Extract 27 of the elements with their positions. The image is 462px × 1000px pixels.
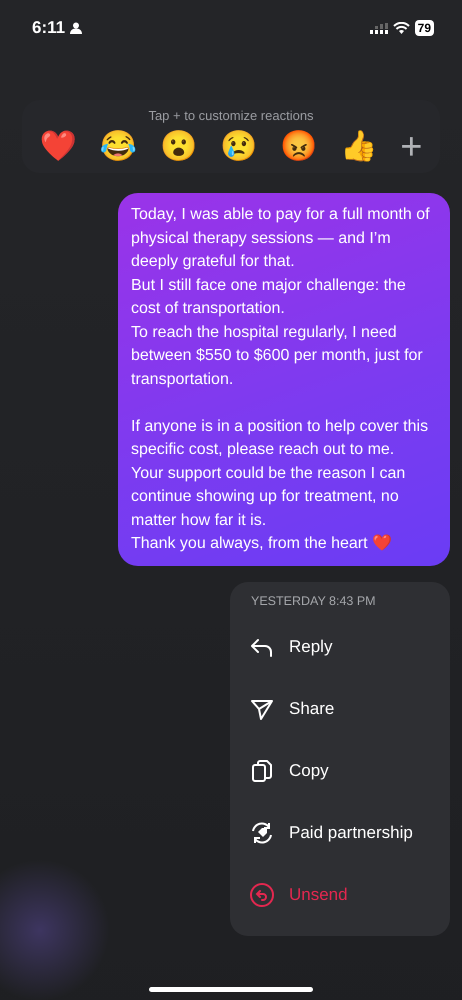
undo-circle-icon [249, 882, 275, 908]
reaction-emoji[interactable]: ❤ [40, 127, 77, 167]
message-text: Thank you always, from the heart ❤ [131, 534, 393, 554]
reaction-hint: Tap + to customize reactions [147, 108, 315, 123]
menu-item[interactable]: Copy [230, 740, 450, 802]
reaction-emoji[interactable]: 👍 [340, 127, 378, 167]
copy-icon [249, 758, 275, 784]
battery-level: 79 [414, 20, 434, 36]
message-text: Today, I was able to pay for a full month of physical therapy sessions — and I’m deeply grateful for that. [131, 205, 431, 272]
tag-cycle-icon [249, 820, 275, 846]
reaction-emoji[interactable]: 😂 [100, 127, 137, 167]
message-text: If anyone is in a position to help cover this specific cost, please reach out to me. [131, 416, 430, 460]
menu-item[interactable]: Paid partnership [230, 802, 450, 864]
menu-item[interactable]: Reply [230, 616, 450, 678]
clock-time: 6:11 [32, 18, 66, 38]
message-text: But I still face one major challenge: the cost of transportation. [131, 276, 407, 319]
wifi-icon [392, 22, 410, 34]
message-timestamp: YESTERDAY 8:43 PM [250, 594, 377, 608]
reaction-emoji[interactable]: 😢 [220, 127, 257, 167]
reaction-emoji[interactable]: 😮 [160, 127, 197, 167]
add-reaction-button[interactable]: + [400, 127, 422, 167]
menu-item[interactable]: Share [230, 678, 450, 740]
message-text: To reach the hospital regularly, I need between $550 to $600 per month, just for transportation. [131, 322, 424, 390]
person-icon [70, 22, 82, 34]
reaction-emoji[interactable]: 😡 [280, 127, 317, 167]
signal-icon [370, 22, 388, 34]
message-text: Your support could be the reason I can continue showing up for treatment, no matter how far it is. [131, 464, 406, 530]
